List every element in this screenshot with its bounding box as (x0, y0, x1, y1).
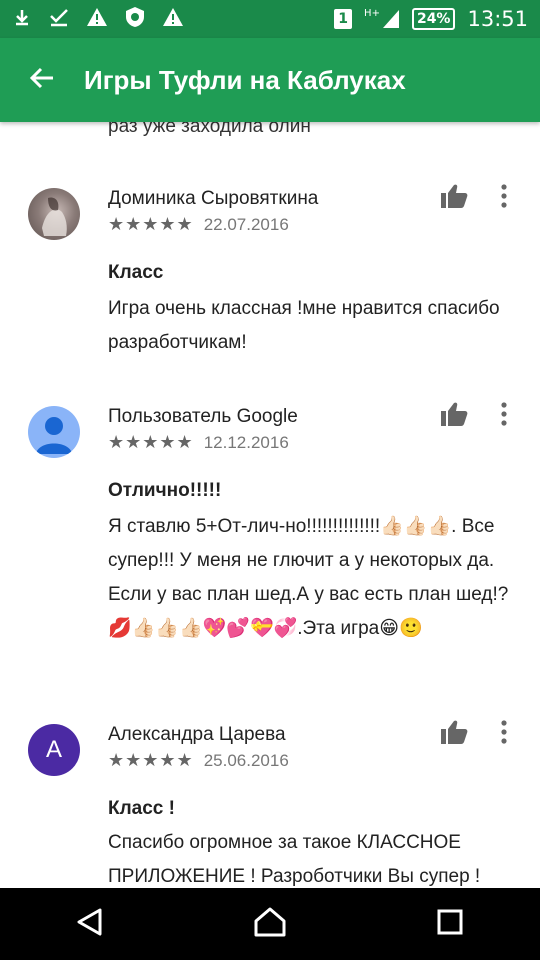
reviewer-name: Пользователь Google (108, 406, 298, 427)
reviewer-name: Александра Царева (108, 724, 286, 745)
more-vert-icon (501, 401, 507, 431)
warning-icon (162, 7, 184, 32)
triangle-back-icon (75, 907, 105, 942)
helpful-button[interactable] (438, 182, 470, 214)
more-vert-icon (501, 719, 507, 749)
arrow-back-icon (28, 64, 56, 97)
helpful-button[interactable] (438, 718, 470, 750)
reviewer-name: Доминика Сыровяткина (108, 188, 319, 209)
clock: 13:51 (467, 7, 528, 31)
rating-row: ★★★★★ 12.12.2016 (108, 432, 289, 453)
more-vert-icon (501, 183, 507, 213)
review-body-partial: раз уже заходила олин (108, 122, 311, 137)
system-icons: 1 H+ 24% 13:51 (334, 7, 528, 31)
helpful-button[interactable] (438, 400, 470, 432)
review-title: Отлично!!!!! (108, 480, 222, 501)
back-button[interactable] (0, 38, 84, 122)
nav-home-button[interactable] (230, 888, 310, 960)
avatar[interactable] (28, 188, 80, 240)
avatar[interactable]: А (28, 724, 80, 776)
review-title: Класс (108, 262, 164, 283)
avatar-initial: А (45, 736, 62, 763)
battery-level: 24% (416, 11, 451, 27)
notification-icons (12, 6, 184, 33)
review-date: 12.12.2016 (203, 432, 289, 452)
review-body: Я ставлю 5+От-лич-но!!!!!!!!!!!!!!👍🏻👍🏻👍🏻… (108, 516, 509, 639)
review-date: 25.06.2016 (203, 750, 289, 770)
download-icon (12, 7, 32, 32)
star-rating: ★★★★★ (108, 214, 194, 234)
reviews-list[interactable]: раз уже заходила олин Доминика Сыровятки… (0, 122, 540, 888)
nav-back-button[interactable] (50, 888, 130, 960)
thumb-up-icon (440, 183, 468, 214)
home-icon (253, 906, 287, 943)
star-rating: ★★★★★ (108, 432, 194, 452)
page-title: Игры Туфли на Каблуках (84, 64, 406, 95)
rating-row: ★★★★★ 25.06.2016 (108, 750, 289, 771)
review-date: 22.07.2016 (203, 214, 289, 234)
thumb-up-icon (440, 401, 468, 432)
avatar[interactable] (28, 406, 80, 458)
status-bar: 1 H+ 24% 13:51 (0, 0, 540, 38)
more-options-button[interactable] (492, 400, 516, 432)
review-body: Игра очень классная !мне нравится спасиб… (108, 298, 500, 353)
shield-icon (124, 6, 146, 33)
check-icon (48, 7, 70, 32)
square-recents-icon (436, 908, 464, 941)
star-rating: ★★★★★ (108, 750, 194, 770)
more-options-button[interactable] (492, 182, 516, 214)
nav-recents-button[interactable] (410, 888, 490, 960)
review-body: Спасибо огромное за такое КЛАССНОЕ ПРИЛО… (108, 832, 481, 887)
navigation-bar (0, 888, 540, 960)
signal-icon: H+ (364, 9, 400, 29)
rating-row: ★★★★★ 22.07.2016 (108, 214, 289, 235)
thumb-up-icon (440, 719, 468, 750)
review-title: Класс ! (108, 798, 175, 819)
more-options-button[interactable] (492, 718, 516, 750)
app-bar: Игры Туфли на Каблуках (0, 38, 540, 122)
warning-icon (86, 7, 108, 32)
battery-icon: 24% (411, 8, 456, 30)
sim-indicator: 1 (334, 9, 353, 29)
network-type: H+ (364, 8, 380, 19)
